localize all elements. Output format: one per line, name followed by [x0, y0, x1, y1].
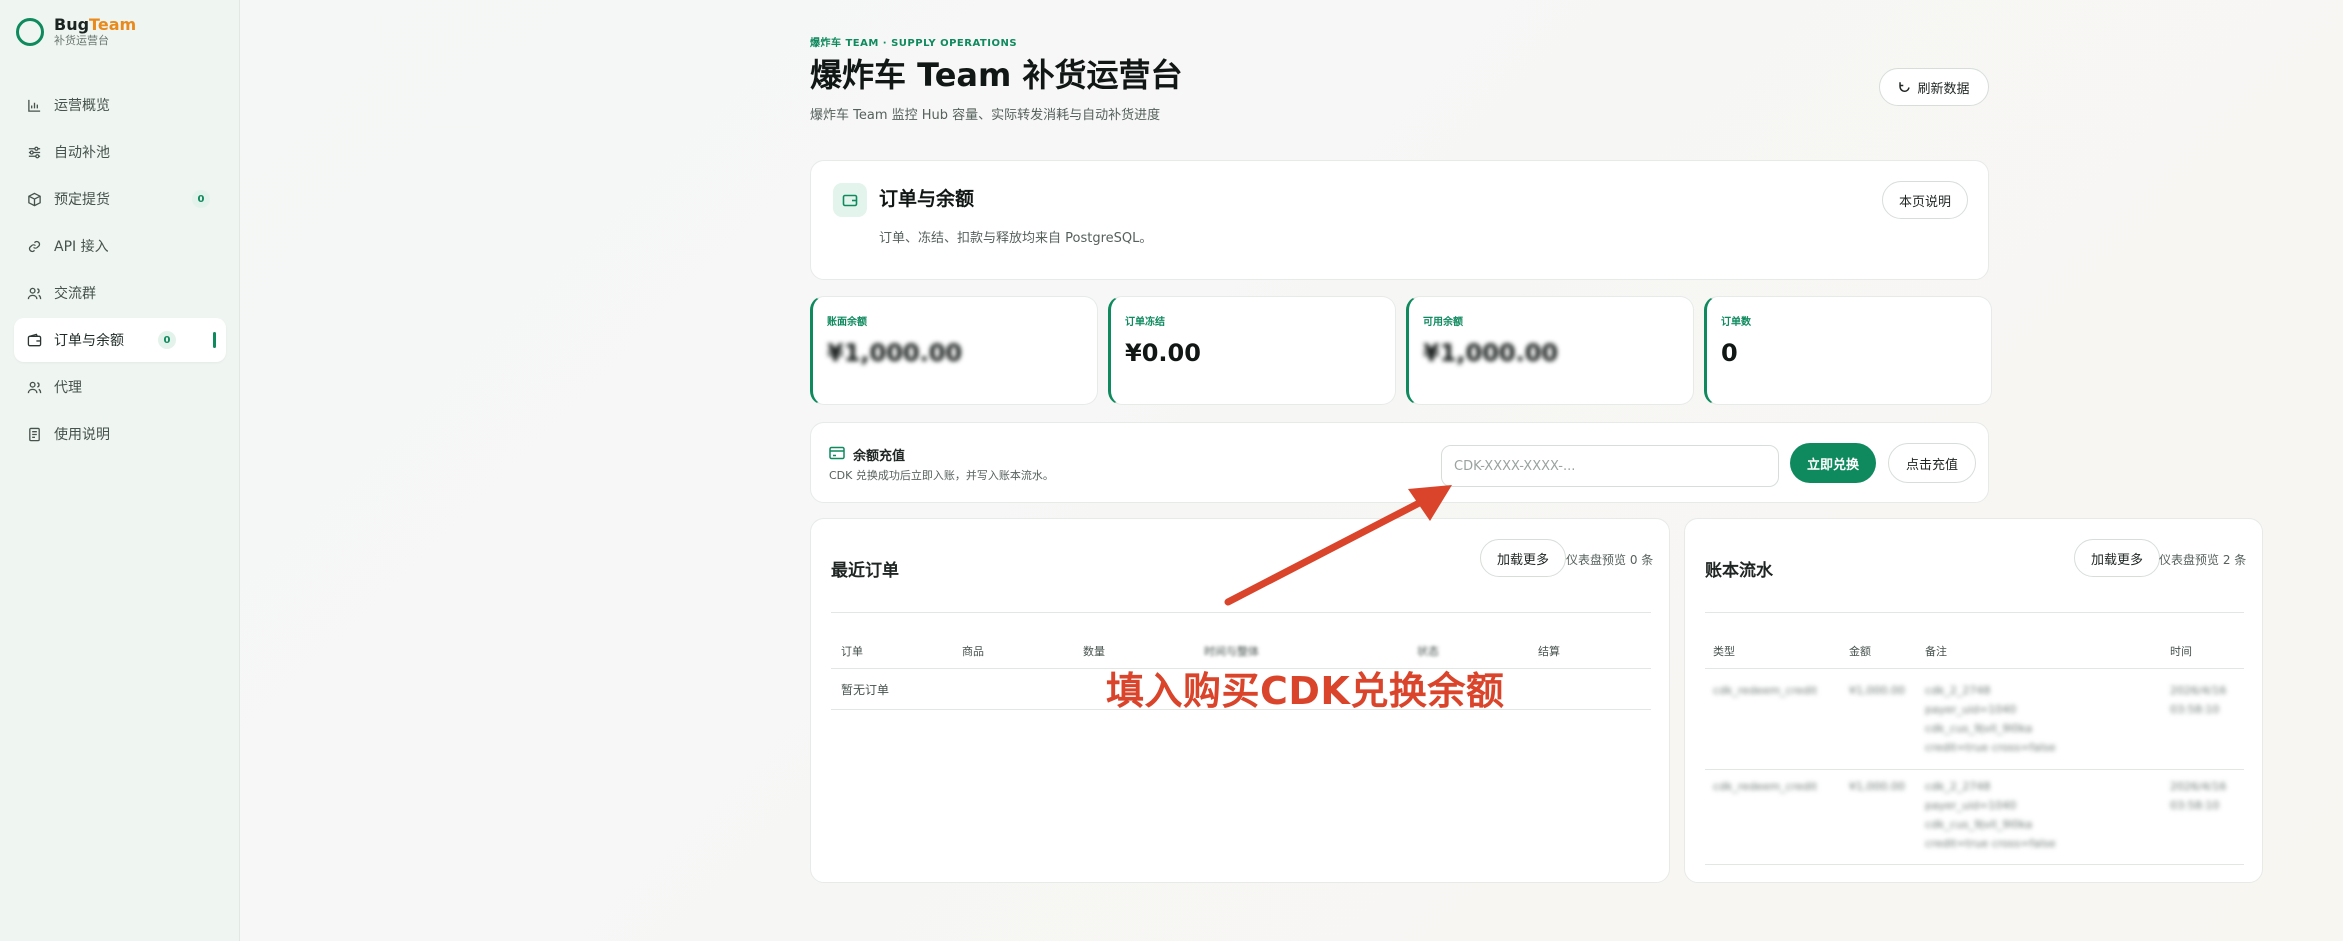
- page-subtitle: 爆炸车 Team 监控 Hub 容量、实际转发消耗与自动补货进度: [810, 108, 1161, 123]
- load-more-button[interactable]: 加载更多: [2074, 539, 2160, 577]
- stat-label: 订单数: [1721, 317, 1751, 328]
- ledger-amount: ¥1,000.00: [1849, 684, 1905, 697]
- sidebar-item-auto-pool[interactable]: 自动补池: [14, 130, 226, 174]
- ledger-type: cdk_redeem_credit: [1713, 780, 1818, 793]
- recharge-subtitle: CDK 兑换成功后立即入账，并写入账本流水。: [829, 469, 1054, 482]
- stat-label: 订单冻结: [1125, 317, 1165, 328]
- ledger-note: cdk_2_2748 payer_uid=1040 cdk_cus_9jvll_9l…: [1925, 684, 2056, 754]
- page-eyebrow: 爆炸车 TEAM · SUPPLY OPERATIONS: [810, 38, 1018, 49]
- refresh-button-label: 刷新数据: [1917, 81, 1970, 97]
- sidebar-item-label: 自动补池: [54, 145, 110, 161]
- annotation-arrow-icon: [1224, 485, 1452, 606]
- column-header: 备注: [1925, 645, 1947, 658]
- divider: [1705, 769, 2244, 770]
- brand-subtitle: 补货运营台: [54, 34, 109, 47]
- logo-ring-icon: [16, 18, 44, 46]
- panel-title: 账本流水: [1705, 561, 1773, 581]
- preview-count: 仪表盘预览 0 条: [1566, 553, 1654, 567]
- ledger-amount: ¥1,000.00: [1849, 780, 1905, 793]
- users-icon: [26, 379, 42, 395]
- cdk-input[interactable]: [1441, 445, 1779, 487]
- stat-order-frozen: 订单冻结 ¥0.00: [1108, 296, 1396, 405]
- column-header: 状态: [1417, 645, 1439, 658]
- panel-title: 最近订单: [831, 561, 899, 581]
- sidebar-item-label: 交流群: [54, 286, 96, 302]
- active-indicator: [213, 332, 216, 348]
- stat-book-balance: 账面余额 ¥1,000.00: [810, 296, 1098, 405]
- column-header: 金额: [1849, 645, 1871, 658]
- wallet-icon: [26, 332, 42, 348]
- brand-name: BugTeam: [54, 15, 137, 34]
- sidebar: BugTeam 补货运营台 运营概览 自动补池 预定提货 0 API 接入 交流…: [0, 0, 240, 941]
- count-badge: 0: [192, 190, 210, 208]
- ledger-type: cdk_redeem_credit: [1713, 684, 1818, 697]
- stat-available-balance: 可用余额 ¥1,000.00: [1406, 296, 1694, 405]
- column-header: 订单: [841, 645, 863, 658]
- link-icon: [26, 238, 42, 254]
- stat-value: 0: [1721, 339, 1738, 367]
- count-badge: 0: [158, 331, 176, 349]
- ledger-time: 2026/4/16 03:58:10: [2170, 780, 2227, 812]
- load-more-button[interactable]: 加载更多: [1480, 539, 1566, 577]
- column-header: 结算: [1538, 645, 1560, 658]
- users-icon: [26, 285, 42, 301]
- sidebar-item-label: 运营概览: [54, 98, 110, 114]
- sidebar-item-overview[interactable]: 运营概览: [14, 83, 226, 127]
- sidebar-item-orders-balance[interactable]: 订单与余额 0: [14, 318, 226, 362]
- section-title: 订单与余额: [879, 188, 975, 210]
- preview-count: 仪表盘预览 2 条: [2159, 553, 2247, 567]
- orders-balance-card: 订单与余额 订单、冻结、扣款与释放均来自 PostgreSQL。 本页说明: [810, 160, 1989, 280]
- page-help-button[interactable]: 本页说明: [1882, 181, 1968, 219]
- column-header: 数量: [1083, 645, 1105, 658]
- recharge-button[interactable]: 点击充值: [1888, 443, 1976, 483]
- sliders-icon: [26, 144, 42, 160]
- annotation-text: 填入购买CDK兑换余额: [1106, 669, 1505, 713]
- refresh-icon: [1898, 81, 1911, 94]
- divider: [1705, 668, 2244, 669]
- wallet-icon: [833, 183, 867, 217]
- redeem-button[interactable]: 立即兑换: [1790, 443, 1876, 483]
- ledger-card: 账本流水 加载更多 仪表盘预览 2 条 类型 金额 备注 时间 cdk_rede…: [1684, 518, 2263, 883]
- sidebar-item-reservation[interactable]: 预定提货 0: [14, 177, 226, 221]
- doc-icon: [26, 426, 42, 442]
- column-header: 时间: [2170, 645, 2192, 658]
- stat-value: ¥1,000.00: [1423, 339, 1559, 367]
- sidebar-item-guide[interactable]: 使用说明: [14, 412, 226, 456]
- divider: [1705, 612, 2244, 613]
- brand-logo[interactable]: BugTeam 补货运营台: [16, 16, 136, 48]
- sidebar-item-label: 使用说明: [54, 427, 110, 443]
- section-subtitle: 订单、冻结、扣款与释放均来自 PostgreSQL。: [879, 231, 1153, 246]
- card-icon: [829, 446, 845, 460]
- stat-label: 账面余额: [827, 317, 867, 328]
- refresh-button[interactable]: 刷新数据: [1879, 68, 1989, 106]
- divider: [1705, 864, 2244, 865]
- page-title: 爆炸车 Team 补货运营台: [810, 56, 1183, 94]
- sidebar-item-group[interactable]: 交流群: [14, 271, 226, 315]
- empty-state: 暂无订单: [841, 683, 890, 697]
- sidebar-item-api[interactable]: API 接入: [14, 224, 226, 268]
- column-header: 时间与整体: [1204, 645, 1259, 658]
- box-icon: [26, 191, 42, 207]
- stat-label: 可用余额: [1423, 317, 1463, 328]
- stat-value: ¥1,000.00: [827, 339, 963, 367]
- sidebar-item-label: 代理: [54, 380, 82, 396]
- sidebar-item-label: API 接入: [54, 239, 109, 255]
- column-header: 商品: [962, 645, 984, 658]
- ledger-note: cdk_2_2748 payer_uid=1040 cdk_cus_9jvll_9l…: [1925, 780, 2056, 850]
- ledger-time: 2026/4/16 03:58:10: [2170, 684, 2227, 716]
- sidebar-nav: 运营概览 自动补池 预定提货 0 API 接入 交流群 订单与余额 0 代理 使…: [14, 83, 226, 459]
- sidebar-item-agent[interactable]: 代理: [14, 365, 226, 409]
- stat-value: ¥0.00: [1125, 339, 1201, 367]
- sidebar-item-label: 预定提货: [54, 192, 110, 208]
- bar-chart-icon: [26, 97, 42, 113]
- recharge-title: 余额充值: [853, 449, 906, 464]
- sidebar-item-label: 订单与余额: [54, 333, 124, 349]
- stat-order-count: 订单数 0: [1704, 296, 1992, 405]
- column-header: 类型: [1713, 645, 1735, 658]
